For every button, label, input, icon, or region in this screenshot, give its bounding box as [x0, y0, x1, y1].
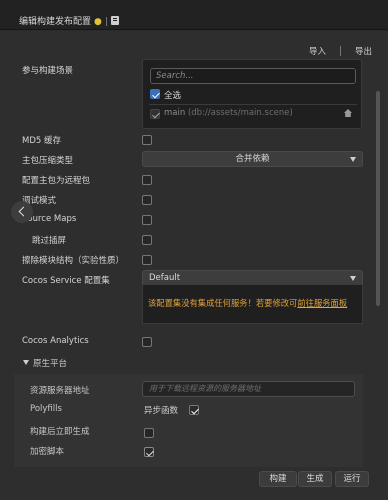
service-panel-link[interactable]: 前往服务面板: [297, 298, 347, 308]
select-all-label: 全选: [164, 91, 182, 101]
window-title-text: 编辑构建发布配置: [19, 17, 92, 27]
build-button[interactable]: 构建: [259, 471, 297, 487]
chevron-down-icon: [350, 276, 356, 281]
splash-checkbox[interactable]: [142, 235, 152, 245]
scene-name: main: [164, 108, 186, 118]
scenes-label: 参与构建场景: [22, 66, 74, 76]
splash-label: 跳过插屏: [32, 236, 67, 246]
native-section-label: 原生平台: [33, 359, 68, 369]
title-bar: 编辑构建发布配置 ● |: [0, 0, 388, 30]
import-export-links: 导入 导出: [309, 45, 372, 57]
debug-checkbox[interactable]: [142, 195, 152, 205]
erase-modules-label: 擦除模块结构（实验性质）: [22, 256, 125, 266]
analytics-label: Cocos Analytics: [22, 336, 89, 346]
remote-bundle-checkbox[interactable]: [142, 175, 152, 185]
link-divider: [339, 46, 341, 56]
back-button[interactable]: [11, 201, 33, 223]
scene-path: (db://assets/main.scene): [187, 108, 293, 118]
home-icon[interactable]: [344, 109, 352, 117]
compression-select[interactable]: 合并依赖: [142, 151, 363, 167]
build-config-window: 编辑构建发布配置 ● | 导入 导出 参与构建场景 Search... 全选 mai…: [0, 0, 388, 500]
export-button[interactable]: 导出: [355, 45, 372, 57]
scene-search-input[interactable]: Search...: [150, 68, 356, 84]
modified-indicator: ●: [94, 17, 102, 27]
select-all-checkbox[interactable]: [150, 89, 160, 99]
import-button[interactable]: 导入: [309, 45, 326, 57]
caret-down-icon: [23, 360, 29, 365]
scene-main-checkbox[interactable]: [150, 109, 160, 119]
analytics-checkbox[interactable]: [142, 337, 152, 347]
async-functions-label: 异步函数: [144, 406, 179, 416]
footer-actions: 构建 生成 运行: [0, 457, 388, 500]
resource-server-label: 资源服务器地址: [30, 386, 90, 396]
compression-label: 主包压缩类型: [22, 156, 74, 166]
make-after-build-label: 构建后立即生成: [30, 427, 90, 437]
encrypt-scripts-checkbox[interactable]: [144, 447, 154, 457]
compression-value: 合并依赖: [235, 154, 270, 164]
remote-bundle-label: 配置主包为远程包: [22, 176, 91, 186]
book-icon[interactable]: [110, 16, 119, 25]
md5-checkbox[interactable]: [142, 135, 152, 145]
window-title: 编辑构建发布配置 ● |: [19, 14, 119, 27]
make-button[interactable]: 生成: [298, 471, 332, 487]
resource-server-input[interactable]: 用于下载远程资源的服务器地址: [142, 381, 355, 397]
chevron-down-icon: [350, 157, 356, 162]
config-panel: 导入 导出 参与构建场景 Search... 全选 main (db://ass…: [0, 31, 388, 500]
title-separator: |: [104, 17, 108, 27]
service-config-value: Default: [149, 273, 181, 283]
scrollbar[interactable]: [376, 91, 380, 306]
erase-modules-checkbox[interactable]: [142, 255, 152, 265]
warning-text: 该配置集没有集成任何服务！若要修改可: [148, 298, 298, 308]
scene-list-box: Search... 全选 main (db://assets/main.scen…: [142, 59, 362, 129]
scene-list-divider: [149, 104, 357, 105]
source-maps-checkbox[interactable]: [142, 215, 152, 225]
service-warning: 该配置集没有集成任何服务！若要修改可前往服务面板: [142, 284, 363, 324]
scene-item-main: main (db://assets/main.scene): [164, 108, 293, 118]
polyfills-label: Polyfills: [30, 404, 62, 414]
async-functions-checkbox[interactable]: [189, 405, 199, 415]
encrypt-scripts-label: 加密脚本: [30, 447, 65, 457]
make-after-build-checkbox[interactable]: [144, 428, 154, 438]
native-section-header[interactable]: 原生平台: [14, 356, 360, 372]
run-button[interactable]: 运行: [335, 471, 369, 487]
service-config-label: Cocos Service 配置集: [22, 276, 110, 286]
md5-label: MD5 缓存: [22, 136, 61, 146]
